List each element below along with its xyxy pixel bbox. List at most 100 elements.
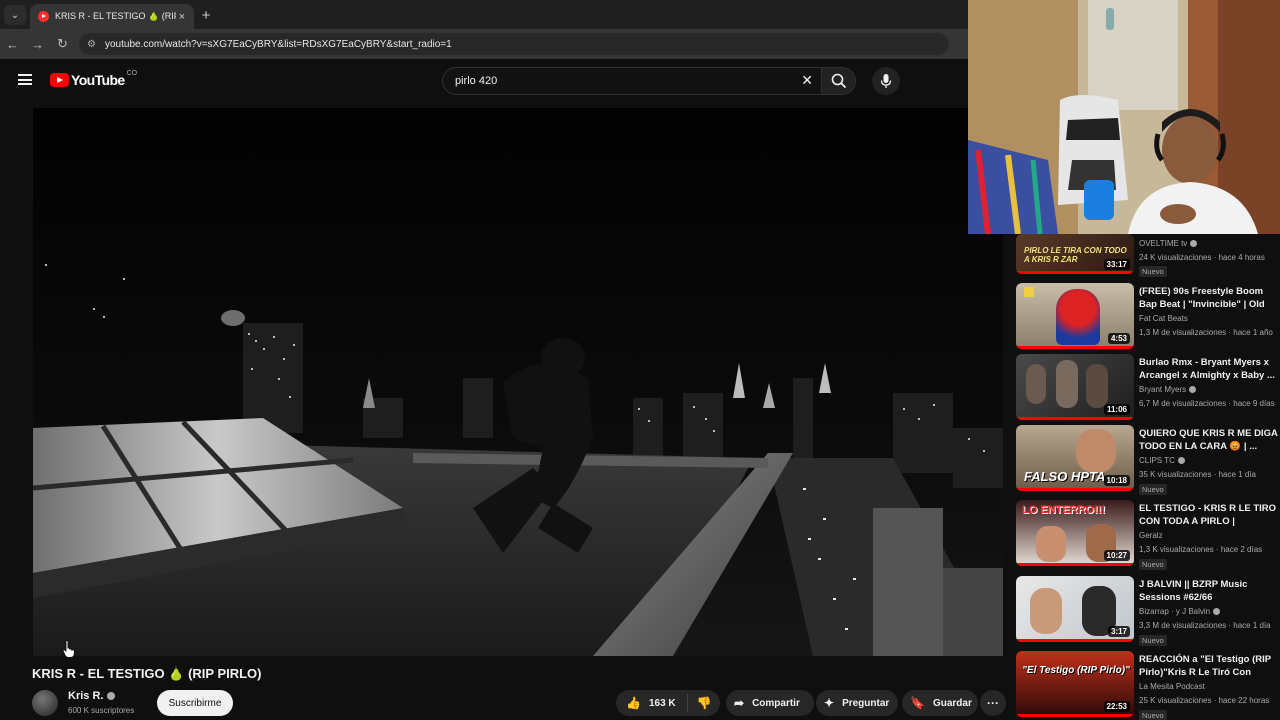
rec-thumbnail[interactable]: 11:06 — [1016, 354, 1134, 420]
youtube-header: YouTube CO pirlo 420 ✕ — [0, 59, 968, 103]
search-value: pirlo 420 — [455, 75, 498, 87]
video-player[interactable] — [33, 108, 1003, 656]
duration-badge: 10:27 — [1103, 550, 1130, 561]
youtube-favicon-icon — [38, 11, 49, 22]
duration-badge: 3:17 — [1107, 626, 1130, 637]
duration-badge: 33:17 — [1103, 259, 1130, 270]
back-icon[interactable]: ← — [0, 32, 25, 57]
rec-title[interactable]: QUIERO QUE KRIS R ME DIGA TODO EN LA CAR… — [1139, 427, 1280, 453]
reload-icon[interactable]: ↻ — [50, 32, 75, 57]
rec-thumbnail[interactable]: 4:53 — [1016, 283, 1134, 349]
rec-meta: 6,7 M de visualizaciones · hace 9 días — [1139, 399, 1275, 408]
channel-avatar[interactable] — [32, 690, 58, 716]
clear-search-icon[interactable]: ✕ — [801, 72, 813, 89]
search-button[interactable] — [822, 67, 856, 95]
rec-channel: Fat Cat Beats — [1139, 314, 1188, 323]
duration-badge: 11:06 — [1103, 404, 1130, 415]
sticker-icon — [1024, 287, 1034, 297]
rec-channel-row: CLIPS TC — [1139, 456, 1185, 465]
search-icon — [831, 73, 846, 89]
verified-icon — [1213, 608, 1221, 616]
new-badge: Nuevo — [1139, 266, 1167, 277]
watch-progress-bar — [1016, 488, 1134, 491]
channel-name-row[interactable]: Kris R. — [68, 690, 116, 702]
channel-name[interactable]: Kris R. — [68, 690, 103, 702]
youtube-logo[interactable]: YouTube CO — [50, 70, 137, 88]
save-label: Guardar — [932, 697, 972, 709]
spiderman-image — [1056, 289, 1100, 345]
rec-title[interactable]: Burlao Rmx - Bryant Myers x Arcangel x A… — [1139, 356, 1280, 382]
webcam-feed — [968, 0, 1280, 234]
webcam-overlay — [968, 0, 1280, 234]
watch-progress-bar — [1016, 639, 1134, 642]
verified-icon — [1190, 240, 1198, 248]
search-input[interactable]: pirlo 420 ✕ — [442, 67, 822, 95]
subscribe-button[interactable]: Suscribirme — [157, 690, 233, 716]
rec-item-5[interactable]: LO ENTERRO!!! 10:27 EL TESTIGO - KRIS R … — [1016, 500, 1280, 570]
share-label: Compartir — [752, 697, 800, 709]
dislike-button[interactable]: 👎 — [688, 696, 720, 710]
sparkle-icon: ✦ — [824, 696, 835, 710]
thumb-caption: LO ENTERRO!!! — [1022, 504, 1106, 516]
address-bar[interactable]: ⚙ youtube.com/watch?v=sXG7EaCyBRY&list=R… — [79, 33, 949, 55]
thumb-caption: "El Testigo (RIP Pirlo)" — [1022, 665, 1130, 676]
save-button[interactable]: 🔖 Guardar — [902, 690, 978, 716]
rec-meta: 25 K visualizaciones · hace 22 horas — [1139, 696, 1270, 705]
rec-title[interactable]: EL TESTIGO - KRIS R LE TIRO CON TODA A P… — [1139, 502, 1280, 530]
like-button[interactable]: 👍 163 K — [616, 694, 688, 712]
rec-item-7[interactable]: "El Testigo (RIP Pirlo)" 22:53 REACCIÓN … — [1016, 651, 1280, 720]
ask-label: Preguntar — [842, 697, 890, 709]
microphone-icon — [880, 74, 892, 88]
thumbs-up-icon: 👍 — [626, 696, 641, 710]
rec-thumbnail[interactable]: PIRLO LE TIRA CON TODO A KRIS R ZAR 33:1… — [1016, 234, 1134, 274]
new-badge: Nuevo — [1139, 559, 1167, 570]
rec-channel: Bryant Myers — [1139, 385, 1187, 394]
bookmark-icon: 🔖 — [910, 696, 925, 710]
verified-icon — [1177, 457, 1185, 465]
rec-title[interactable]: J BALVIN || BZRP Music Sessions #62/66 — [1139, 578, 1280, 604]
rec-title[interactable]: REACCIÓN a "El Testigo (RIP Pirlo)"Kris … — [1139, 653, 1280, 681]
rec-item-2[interactable]: 4:53 (FREE) 90s Freestyle Boom Bap Beat … — [1016, 283, 1280, 353]
browser-toolbar: ← → ↻ ⚙ youtube.com/watch?v=sXG7EaCyBRY&… — [0, 29, 968, 59]
forward-icon[interactable]: → — [25, 32, 50, 57]
browser-tab-active[interactable]: KRIS R - EL TESTIGO 🍐 (RIP PIR × — [30, 4, 194, 29]
screen: ⌄ KRIS R - EL TESTIGO 🍐 (RIP PIR × + ← →… — [0, 0, 1280, 720]
voice-search-button[interactable] — [872, 67, 900, 95]
rec-thumbnail[interactable]: FALSO HPTA 10:18 — [1016, 425, 1134, 491]
thumb-caption: FALSO HPTA — [1024, 469, 1106, 484]
rec-channel: OVELTIME tv — [1139, 239, 1188, 248]
rec-item-6[interactable]: 3:17 J BALVIN || BZRP Music Sessions #62… — [1016, 576, 1280, 646]
ask-button[interactable]: ✦ Preguntar — [816, 690, 898, 716]
url-text: youtube.com/watch?v=sXG7EaCyBRY&list=RDs… — [105, 38, 452, 50]
rec-thumbnail[interactable]: 3:17 — [1016, 576, 1134, 642]
thumbs-down-icon: 👎 — [696, 696, 712, 710]
rec-channel-row: Bizarrap · y J Balvin — [1139, 607, 1221, 616]
rec-title[interactable]: (FREE) 90s Freestyle Boom Bap Beat | "In… — [1139, 285, 1280, 313]
tab-title: KRIS R - EL TESTIGO 🍐 (RIP PIR — [55, 11, 176, 21]
new-tab-button[interactable]: + — [194, 3, 218, 27]
rec-channel: Bizarrap · y J Balvin — [1139, 607, 1211, 616]
watch-progress-bar — [1016, 714, 1134, 717]
rec-item-3[interactable]: 11:06 Burlao Rmx - Bryant Myers x Arcang… — [1016, 354, 1280, 424]
subscriber-count: 600 K suscriptores — [68, 706, 135, 715]
menu-icon[interactable] — [18, 74, 32, 85]
tab-close-icon[interactable]: × — [176, 11, 188, 23]
youtube-play-icon — [50, 73, 69, 87]
duration-badge: 4:53 — [1107, 333, 1130, 344]
rec-thumbnail[interactable]: LO ENTERRO!!! 10:27 — [1016, 500, 1134, 566]
more-actions-icon[interactable]: ··· — [980, 690, 1006, 716]
watch-progress-bar — [1016, 346, 1134, 349]
new-badge: Nuevo — [1139, 710, 1167, 720]
rec-channel: Geralz — [1139, 531, 1163, 540]
tab-search-chevron-icon[interactable]: ⌄ — [4, 5, 26, 25]
rec-thumbnail[interactable]: "El Testigo (RIP Pirlo)" 22:53 — [1016, 651, 1134, 717]
watch-progress-bar — [1016, 417, 1134, 420]
like-dislike-group: 👍 163 K 👎 — [616, 690, 720, 716]
site-info-icon[interactable]: ⚙ — [87, 39, 99, 50]
share-button[interactable]: ➦ Compartir — [726, 690, 814, 716]
rec-item-4[interactable]: FALSO HPTA 10:18 QUIERO QUE KRIS R ME DI… — [1016, 425, 1280, 495]
watch-progress-bar — [1016, 271, 1134, 274]
like-count: 163 K — [648, 697, 676, 709]
rec-meta: 1,3 K visualizaciones · hace 2 días — [1139, 545, 1263, 554]
rec-meta: 3,3 M de visualizaciones · hace 1 día — [1139, 621, 1271, 630]
